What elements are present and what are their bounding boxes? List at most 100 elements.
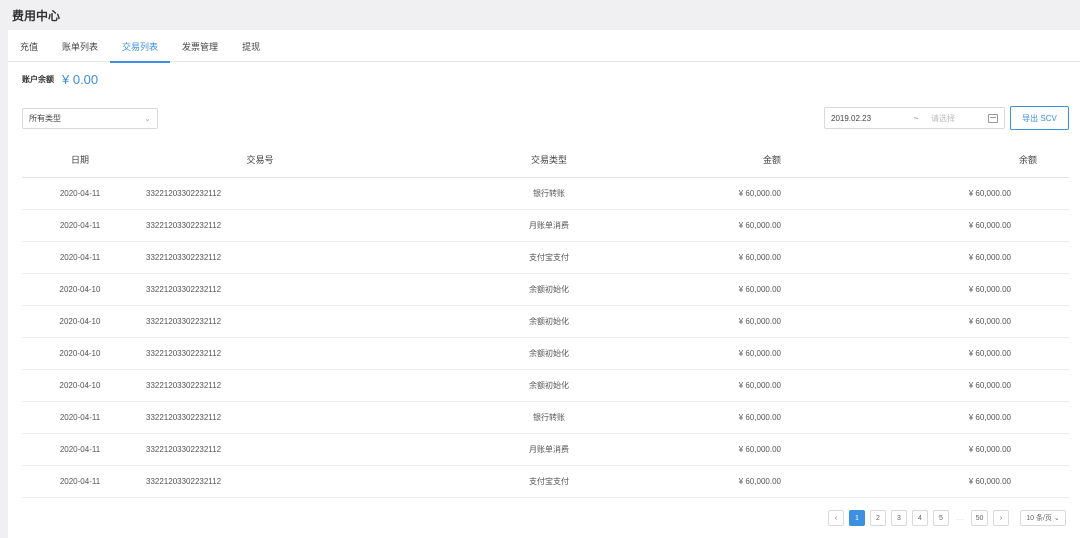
cell-transaction-id: 33221203302232112	[146, 445, 222, 454]
cell-date: 2020-04-11	[59, 253, 101, 262]
table-row: 2020-04-10 33221203302232112 余额初始化 ¥ 60,000…	[22, 274, 1069, 306]
cell-date: 2020-04-11	[59, 189, 101, 198]
cell-balance: ¥ 60,000.00	[968, 349, 1011, 358]
cell-amount: ¥ 60,000.00	[738, 221, 781, 230]
cell-transaction-id: 33221203302232112	[146, 285, 222, 294]
cell-date: 2020-04-10	[59, 317, 101, 326]
cell-type: 余额初始化	[529, 349, 569, 358]
cell-type: 余额初始化	[529, 381, 569, 390]
page-size-select[interactable]: 10 条/页 ⌄	[1020, 510, 1066, 526]
balance-label: 账户余额	[22, 75, 54, 84]
table-row: 2020-04-11 33221203302232112 月账单消费 ¥ 60,000…	[22, 434, 1069, 466]
cell-amount: ¥ 60,000.00	[738, 477, 781, 486]
cell-balance: ¥ 60,000.00	[968, 317, 1011, 326]
type-select-value: 所有类型	[29, 114, 61, 123]
cell-amount: ¥ 60,000.00	[738, 317, 781, 326]
cell-balance: ¥ 60,000.00	[968, 189, 1011, 198]
cell-amount: ¥ 60,000.00	[738, 189, 781, 198]
cell-type: 余额初始化	[529, 317, 569, 326]
tab-recharge[interactable]: 充值	[8, 30, 50, 62]
cell-transaction-id: 33221203302232112	[146, 253, 222, 262]
cell-amount: ¥ 60,000.00	[738, 445, 781, 454]
date-range-picker[interactable]: 2019.02.23 ~ 请选择	[824, 107, 1005, 129]
page-button-1[interactable]: 1	[849, 510, 865, 526]
cell-type: 月账单消费	[529, 221, 569, 230]
page-title: 费用中心	[12, 8, 61, 23]
cell-type: 余额初始化	[529, 285, 569, 294]
cell-date: 2020-04-10	[59, 285, 101, 294]
cell-transaction-id: 33221203302232112	[146, 189, 222, 198]
tab-withdraw[interactable]: 提现	[230, 30, 272, 62]
cell-type: 银行转账	[533, 189, 565, 198]
table-row: 2020-04-11 33221203302232112 支付宝支付 ¥ 60,000…	[22, 242, 1069, 274]
cell-transaction-id: 33221203302232112	[146, 349, 222, 358]
cell-date: 2020-04-11	[59, 445, 101, 454]
prev-page-button[interactable]: ‹	[828, 510, 844, 526]
page-button-last[interactable]: 50	[971, 510, 988, 526]
column-header-amount: 金额	[762, 155, 781, 165]
cell-balance: ¥ 60,000.00	[968, 285, 1011, 294]
table-row: 2020-04-11 33221203302232112 月账单消费 ¥ 60,000…	[22, 210, 1069, 242]
cell-amount: ¥ 60,000.00	[738, 285, 781, 294]
cell-amount: ¥ 60,000.00	[738, 253, 781, 262]
table-row: 2020-04-11 33221203302232112 银行转账 ¥ 60,000.…	[22, 178, 1069, 210]
export-button[interactable]: 导出 SCV	[1010, 106, 1069, 130]
table-row: 2020-04-10 33221203302232112 余额初始化 ¥ 60,000…	[22, 338, 1069, 370]
cell-transaction-id: 33221203302232112	[146, 413, 222, 422]
cell-balance: ¥ 60,000.00	[968, 253, 1011, 262]
cell-balance: ¥ 60,000.00	[968, 221, 1011, 230]
cell-amount: ¥ 60,000.00	[738, 413, 781, 422]
chevron-down-icon: ⌄	[144, 114, 151, 123]
cell-transaction-id: 33221203302232112	[146, 381, 222, 390]
cell-type: 支付宝支付	[529, 477, 569, 486]
cell-transaction-id: 33221203302232112	[146, 221, 222, 230]
table-row: 2020-04-11 33221203302232112 支付宝支付 ¥ 60,000…	[22, 466, 1069, 498]
cell-date: 2020-04-10	[59, 349, 101, 358]
balance-value: ¥ 0.00	[62, 72, 99, 87]
cell-transaction-id: 33221203302232112	[146, 317, 222, 326]
pagination-ellipsis[interactable]: …	[954, 510, 966, 526]
cell-balance: ¥ 60,000.00	[968, 445, 1011, 454]
table-row: 2020-04-11 33221203302232112 银行转账 ¥ 60,000.…	[22, 402, 1069, 434]
tab-transaction-list[interactable]: 交易列表	[110, 30, 171, 63]
date-start-input[interactable]: 2019.02.23	[831, 114, 909, 123]
cell-date: 2020-04-11	[59, 477, 101, 486]
calendar-icon[interactable]	[988, 113, 998, 123]
column-header-transaction-id: 交易号	[246, 155, 274, 165]
pagination: ‹ 1 2 3 4 5 … 50 › 10 条/页 ⌄	[828, 510, 1066, 526]
cell-type: 支付宝支付	[529, 253, 569, 262]
page-button-2[interactable]: 2	[870, 510, 886, 526]
cell-amount: ¥ 60,000.00	[738, 349, 781, 358]
date-end-input[interactable]: 请选择	[923, 113, 988, 124]
tab-bar: 充值 账单列表 交易列表 发票管理 提现	[8, 30, 1080, 63]
table-body: 2020-04-11 33221203302232112 银行转账 ¥ 60,000.…	[22, 178, 1069, 498]
cell-amount: ¥ 60,000.00	[738, 381, 781, 390]
page-button-4[interactable]: 4	[912, 510, 928, 526]
column-header-type: 交易类型	[530, 155, 567, 165]
cell-balance: ¥ 60,000.00	[968, 381, 1011, 390]
column-header-date: 日期	[70, 155, 89, 165]
next-page-button[interactable]: ›	[993, 510, 1009, 526]
table-row: 2020-04-10 33221203302232112 余额初始化 ¥ 60,000…	[22, 370, 1069, 402]
tab-bill-list[interactable]: 账单列表	[50, 30, 110, 62]
date-separator: ~	[913, 113, 919, 123]
column-header-balance: 余额	[1018, 155, 1037, 165]
cell-type: 月账单消费	[529, 445, 569, 454]
cell-transaction-id: 33221203302232112	[146, 477, 222, 486]
cell-balance: ¥ 60,000.00	[968, 413, 1011, 422]
page-header: 费用中心	[0, 0, 1080, 30]
table-header: 日期 交易号 交易类型 金额 余额	[22, 142, 1069, 178]
cell-date: 2020-04-11	[59, 221, 101, 230]
cell-balance: ¥ 60,000.00	[968, 477, 1011, 486]
page-button-3[interactable]: 3	[891, 510, 907, 526]
table-row: 2020-04-10 33221203302232112 余额初始化 ¥ 60,000…	[22, 306, 1069, 338]
tab-invoice-management[interactable]: 发票管理	[170, 30, 230, 62]
cell-type: 银行转账	[533, 413, 565, 422]
transaction-table: 日期 交易号 交易类型 金额 余额 2020-04-11 332212033022…	[22, 142, 1069, 498]
cell-date: 2020-04-11	[59, 413, 101, 422]
account-balance: 账户余额 ¥ 0.00	[22, 72, 98, 87]
transaction-type-select[interactable]: 所有类型 ⌄	[22, 108, 158, 129]
page-button-5[interactable]: 5	[933, 510, 949, 526]
cell-date: 2020-04-10	[59, 381, 101, 390]
content-panel: 充值 账单列表 交易列表 发票管理 提现 账户余额 ¥ 0.00 所有类型 ⌄ …	[8, 30, 1080, 538]
